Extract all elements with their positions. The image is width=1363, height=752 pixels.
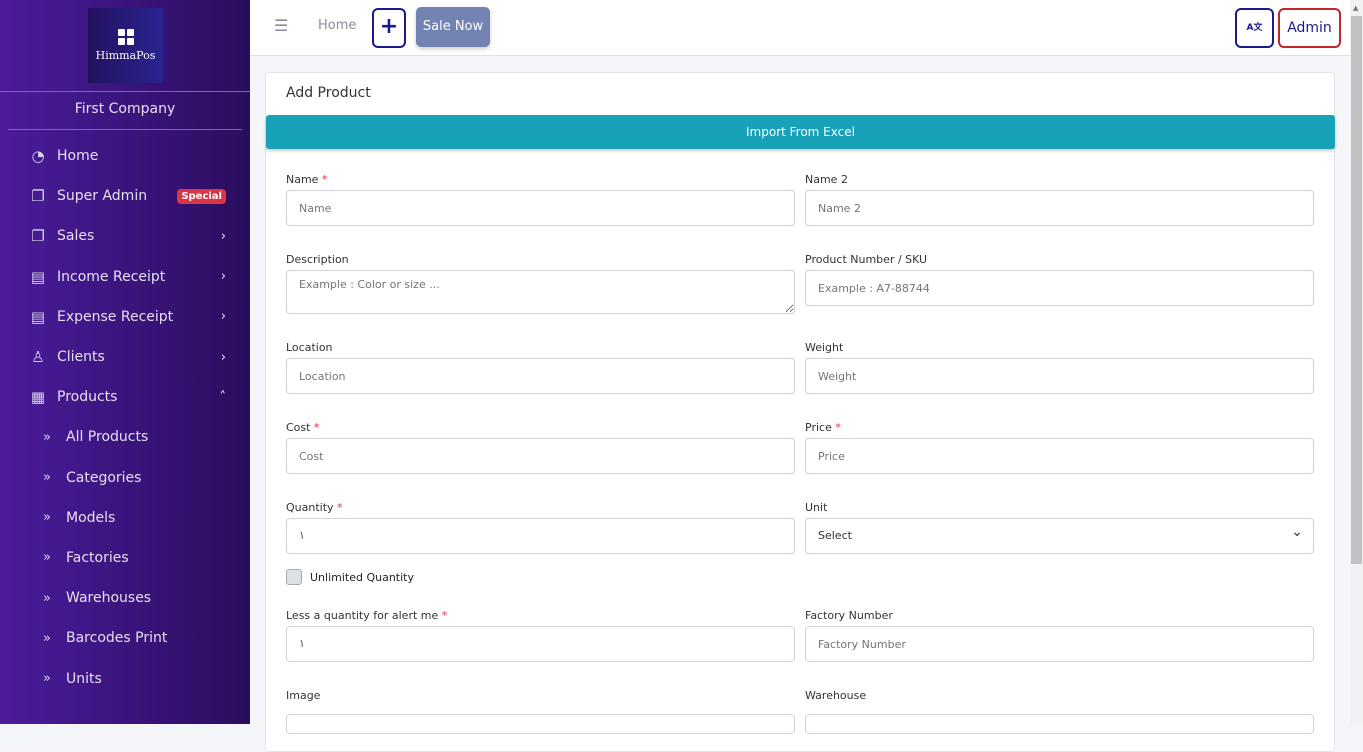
alert-quantity-input[interactable]: ١ bbox=[286, 626, 795, 662]
add-button[interactable]: + bbox=[372, 8, 406, 48]
brand-logo[interactable]: HimmaPos bbox=[88, 8, 163, 83]
sidebar-item-label: Sales bbox=[57, 228, 95, 245]
quantity-input[interactable]: ١ bbox=[286, 518, 795, 554]
unit-selected-value: Select bbox=[818, 529, 852, 542]
double-chevron-icon: » bbox=[43, 671, 51, 687]
chevron-right-icon: › bbox=[220, 349, 226, 365]
language-button[interactable]: A文 bbox=[1235, 8, 1274, 48]
user-icon: ♙ bbox=[31, 348, 45, 367]
sku-input[interactable] bbox=[805, 270, 1314, 306]
sidebar-item-categories[interactable]: » Categories bbox=[0, 458, 250, 498]
sidebar-item-label: Expense Receipt bbox=[57, 308, 174, 325]
sidebar-item-sales[interactable]: ❐ Sales › bbox=[0, 216, 250, 256]
unit-label: Unit bbox=[805, 501, 828, 514]
warehouse-select[interactable] bbox=[805, 714, 1314, 734]
home-link[interactable]: Home bbox=[318, 18, 356, 33]
sidebar-item-label: Barcodes Print bbox=[66, 630, 168, 647]
sku-label: Product Number / SKU bbox=[805, 253, 928, 266]
double-chevron-icon: » bbox=[43, 510, 51, 526]
weight-label: Weight bbox=[805, 341, 844, 354]
weight-input[interactable] bbox=[805, 358, 1314, 394]
sidebar: HimmaPos First Company ◔ Home ❐ Super Admi… bbox=[0, 0, 250, 724]
menu-icon[interactable]: ☰ bbox=[274, 16, 288, 35]
unlimited-quantity-checkbox[interactable]: Unlimited Quantity bbox=[286, 569, 414, 585]
sidebar-item-all-products[interactable]: » All Products bbox=[0, 417, 250, 457]
sidebar-item-label: Units bbox=[66, 670, 102, 687]
sidebar-item-label: All Products bbox=[66, 429, 149, 446]
warehouse-label: Warehouse bbox=[805, 689, 867, 702]
sidebar-item-expense-receipt[interactable]: ▤ Expense Receipt › bbox=[0, 297, 250, 337]
page-title: Add Product bbox=[286, 85, 371, 101]
sidebar-item-label: Income Receipt bbox=[57, 268, 166, 285]
sidebar-item-warehouses[interactable]: » Warehouses bbox=[0, 578, 250, 618]
sidebar-item-label: Home bbox=[57, 148, 99, 165]
sidebar-item-label: Super Admin bbox=[57, 188, 148, 205]
divider bbox=[8, 129, 242, 130]
image-file-input[interactable] bbox=[286, 714, 795, 734]
sidebar-item-label: Warehouses bbox=[66, 590, 152, 607]
sidebar-item-factories[interactable]: » Factories bbox=[0, 538, 250, 578]
double-chevron-icon: » bbox=[43, 470, 51, 486]
special-badge: Special bbox=[177, 188, 226, 204]
sidebar-item-label: Products bbox=[57, 389, 118, 406]
chevron-right-icon: › bbox=[220, 309, 226, 325]
quantity-label: Quantity * bbox=[286, 501, 343, 514]
cost-input[interactable] bbox=[286, 438, 795, 474]
scroll-up-icon[interactable]: ▲ bbox=[1353, 4, 1358, 12]
dashboard-icon: ◔ bbox=[31, 147, 45, 166]
image-label: Image bbox=[286, 689, 321, 702]
location-label: Location bbox=[286, 341, 333, 354]
money-icon: ▤ bbox=[30, 307, 46, 326]
sidebar-item-label: Categories bbox=[66, 469, 142, 486]
sidebar-item-units[interactable]: » Units bbox=[0, 658, 250, 698]
double-chevron-icon: » bbox=[43, 550, 51, 566]
price-label: Price * bbox=[805, 421, 841, 434]
factory-number-label: Factory Number bbox=[805, 609, 893, 622]
alert-quantity-label: Less a quantity for alert me * bbox=[286, 609, 448, 622]
money-icon: ▤ bbox=[30, 267, 46, 286]
description-label: Description bbox=[286, 253, 349, 266]
name2-label: Name 2 bbox=[805, 173, 848, 186]
chevron-right-icon: › bbox=[220, 228, 226, 244]
name-label: Name * bbox=[286, 173, 328, 186]
sidebar-item-home[interactable]: ◔ Home bbox=[0, 136, 250, 176]
copy-icon: ❐ bbox=[31, 187, 45, 206]
topbar: ☰ Home + Sale Now A文 Admin bbox=[250, 0, 1350, 56]
unit-select[interactable]: Select bbox=[805, 515, 1314, 554]
location-input[interactable] bbox=[286, 358, 795, 394]
add-product-card: Add Product Import From Excel Name * Nam… bbox=[265, 72, 1335, 752]
checkbox-icon[interactable] bbox=[286, 569, 302, 585]
sidebar-item-barcodes-print[interactable]: » Barcodes Print bbox=[0, 618, 250, 658]
sidebar-item-clients[interactable]: ♙ Clients › bbox=[0, 337, 250, 377]
scrollbar[interactable]: ▲ bbox=[1350, 0, 1363, 724]
description-input[interactable] bbox=[286, 270, 795, 314]
sidebar-item-products[interactable]: ▦ Products ˄ bbox=[0, 377, 250, 417]
company-name: First Company bbox=[74, 101, 176, 117]
sidebar-item-label: Models bbox=[66, 509, 116, 526]
chevron-up-icon: ˄ bbox=[219, 389, 227, 405]
admin-button[interactable]: Admin bbox=[1278, 8, 1341, 48]
double-chevron-icon: » bbox=[43, 429, 51, 445]
double-chevron-icon: » bbox=[43, 630, 51, 646]
double-chevron-icon: » bbox=[43, 590, 51, 606]
copy-icon: ❐ bbox=[31, 227, 45, 246]
grid-icon: ▦ bbox=[30, 388, 46, 407]
unlimited-quantity-label: Unlimited Quantity bbox=[310, 570, 415, 584]
chevron-right-icon: › bbox=[220, 269, 226, 285]
cost-label: Cost * bbox=[286, 421, 320, 434]
sidebar-item-label: Factories bbox=[66, 549, 129, 566]
name2-input[interactable] bbox=[805, 190, 1314, 226]
sidebar-item-label: Clients bbox=[57, 349, 105, 366]
name-input[interactable] bbox=[286, 190, 795, 226]
factory-number-input[interactable] bbox=[805, 626, 1314, 662]
sidebar-item-super-admin[interactable]: ❐ Super Admin Special bbox=[0, 176, 250, 216]
price-input[interactable] bbox=[805, 438, 1314, 474]
sale-now-button[interactable]: Sale Now bbox=[416, 7, 490, 47]
import-excel-button[interactable]: Import From Excel bbox=[266, 115, 1335, 149]
brand-name: HimmaPos bbox=[95, 49, 156, 62]
sidebar-item-models[interactable]: » Models bbox=[0, 498, 250, 538]
divider bbox=[0, 91, 250, 92]
sidebar-item-income-receipt[interactable]: ▤ Income Receipt › bbox=[0, 257, 250, 297]
